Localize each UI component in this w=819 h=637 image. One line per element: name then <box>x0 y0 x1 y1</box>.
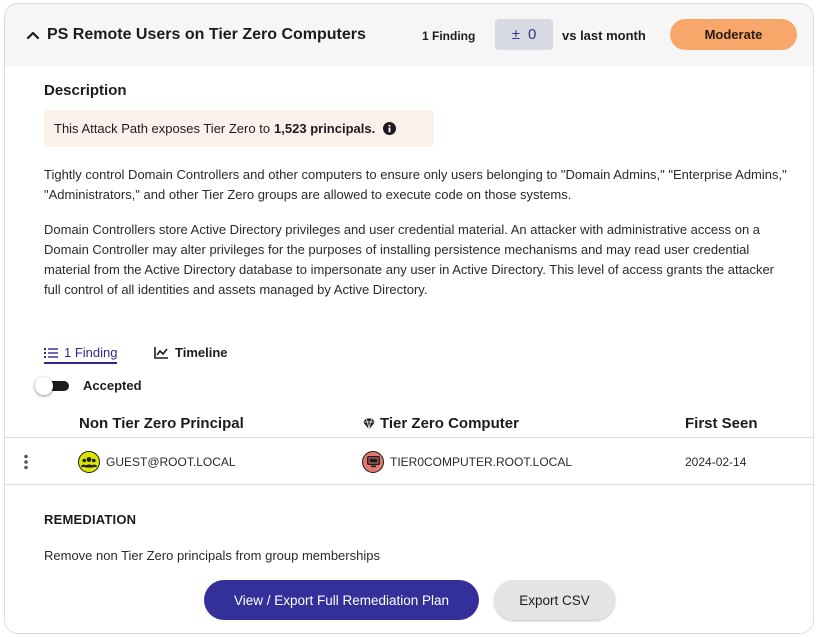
accepted-toggle-label: Accepted <box>83 378 142 393</box>
computer-name: TIER0COMPUTER.ROOT.LOCAL <box>390 455 573 469</box>
principal-cell[interactable]: GUEST@ROOT.LOCAL <box>78 451 236 473</box>
first-seen-cell: 2024-02-14 <box>685 455 747 469</box>
view-remediation-plan-button[interactable]: View / Export Full Remediation Plan <box>204 580 479 620</box>
exposure-value: 1,523 principals. <box>274 121 376 136</box>
finding-count: 1 Finding <box>422 29 476 43</box>
chevron-up-icon[interactable] <box>25 27 41 43</box>
delta-label: vs last month <box>562 28 646 43</box>
description-heading: Description <box>44 82 127 99</box>
exposure-prefix: This Attack Path exposes Tier Zero to <box>54 121 271 136</box>
export-csv-button[interactable]: Export CSV <box>494 580 615 620</box>
info-icon[interactable] <box>383 122 397 135</box>
finding-title: PS Remote Users on Tier Zero Computers <box>47 26 366 43</box>
principal-name: GUEST@ROOT.LOCAL <box>106 455 236 469</box>
remediation-text: Remove non Tier Zero principals from gro… <box>44 548 380 563</box>
finding-details: Description This Attack Path exposes Tie… <box>5 66 813 633</box>
description-paragraph-1: Tightly control Domain Controllers and o… <box>44 167 787 202</box>
table-row[interactable]: GUEST@ROOT.LOCAL TIER0COMPUTER.ROOT.LOCA… <box>5 439 813 485</box>
accepted-toggle[interactable] <box>35 376 69 395</box>
tab-findings-label: 1 Finding <box>64 345 118 360</box>
table-header: Non Tier Zero Principal Tier Zero Comput… <box>5 406 813 438</box>
tab-findings[interactable]: 1 Finding <box>44 345 118 364</box>
gem-icon <box>363 417 375 430</box>
tab-timeline[interactable]: Timeline <box>154 345 228 360</box>
delta-value: 0 <box>527 26 537 43</box>
group-node-icon <box>78 451 100 473</box>
computer-node-icon <box>362 451 384 473</box>
line-chart-icon <box>154 347 168 359</box>
computer-cell[interactable]: TIER0COMPUTER.ROOT.LOCAL <box>362 451 572 473</box>
tab-timeline-label: Timeline <box>175 345 228 360</box>
remediation-heading: REMEDIATION <box>44 512 137 527</box>
column-header-first-seen[interactable]: First Seen <box>685 415 758 432</box>
column-header-principal[interactable]: Non Tier Zero Principal <box>79 415 244 432</box>
delta-badge: ± 0 <box>495 19 553 50</box>
exposure-summary: This Attack Path exposes Tier Zero to 1,… <box>44 110 434 147</box>
column-header-computer[interactable]: Tier Zero Computer <box>362 415 519 432</box>
delta-sign: ± <box>511 26 520 43</box>
description-paragraph-2: Domain Controllers store Active Director… <box>44 222 775 297</box>
card-header[interactable]: PS Remote Users on Tier Zero Computers 1… <box>5 4 813 66</box>
list-icon <box>44 347 58 358</box>
finding-card: PS Remote Users on Tier Zero Computers 1… <box>4 3 814 634</box>
severity-badge: Moderate <box>670 19 797 50</box>
accepted-filter: Accepted <box>35 376 142 395</box>
more-vertical-icon[interactable] <box>22 454 30 470</box>
